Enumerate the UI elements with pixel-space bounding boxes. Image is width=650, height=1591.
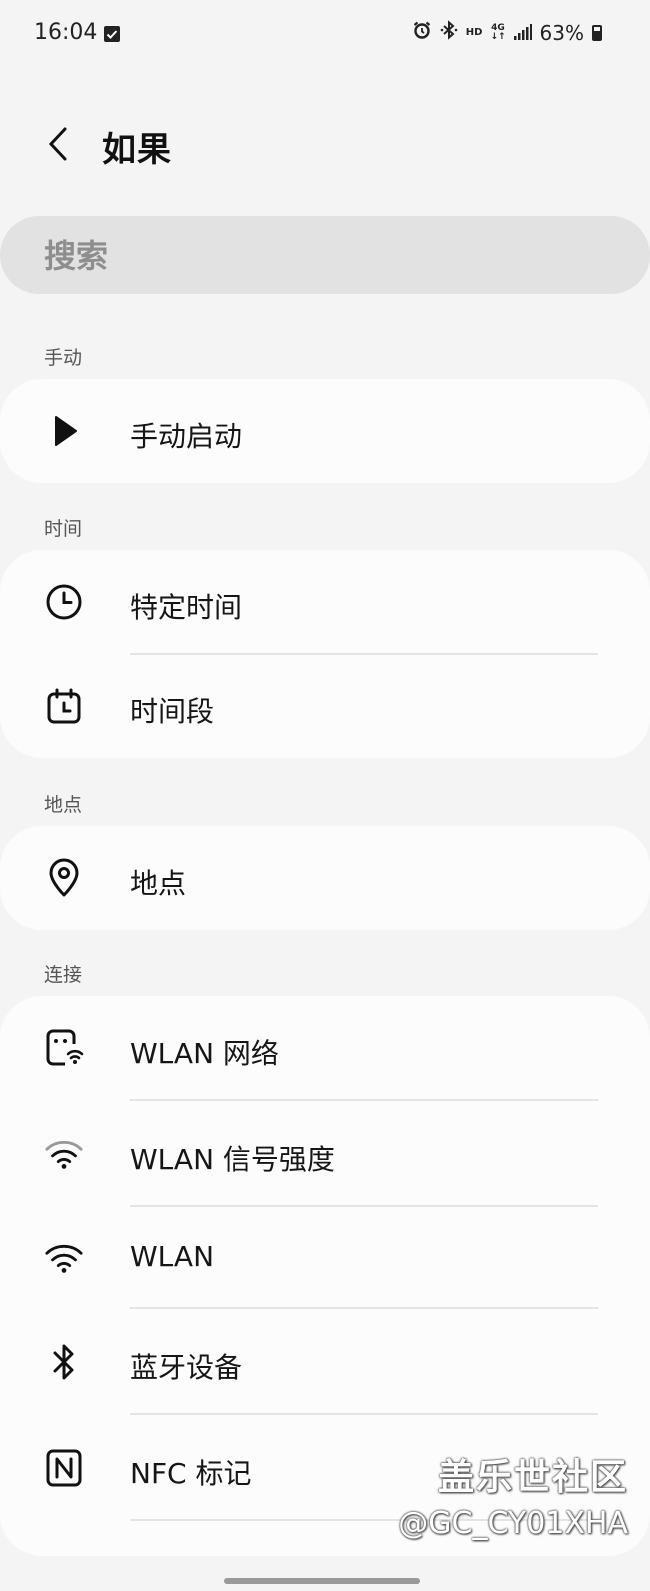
card-manual: 手动启动 xyxy=(0,379,650,483)
nfc-icon xyxy=(44,1448,84,1488)
list-item-label: 手动启动 xyxy=(130,420,243,453)
watermark-handle: @GC_CY01XHA xyxy=(398,1506,628,1541)
checkbox-notification-icon xyxy=(104,26,120,42)
status-icons: HD 4G ↓↑ 63% xyxy=(412,20,602,45)
list-item-label: NFC 标记 xyxy=(130,1457,252,1490)
divider xyxy=(130,1413,598,1415)
section-label-time: 时间 xyxy=(44,518,83,540)
watermark-title: 盖乐世社区 xyxy=(437,1457,628,1498)
card-time: 特定时间 时间段 xyxy=(0,550,650,758)
calendar-clock-icon xyxy=(44,687,84,727)
4g-icon: 4G ↓↑ xyxy=(490,22,506,42)
list-item-bluetooth-device[interactable]: 蓝牙设备 xyxy=(0,1310,650,1414)
list-item-manual-start[interactable]: 手动启动 xyxy=(0,379,650,483)
wifi-icon xyxy=(44,1238,84,1278)
list-item-label: WLAN 信号强度 xyxy=(130,1143,335,1176)
play-icon xyxy=(44,411,84,451)
divider xyxy=(130,1307,598,1309)
page-title: 如果 xyxy=(102,130,172,170)
header: 如果 xyxy=(0,100,650,190)
list-item-specific-time[interactable]: 特定时间 xyxy=(0,550,650,654)
divider xyxy=(130,1205,598,1207)
list-item-location[interactable]: 地点 xyxy=(0,826,650,930)
list-item-label: 蓝牙设备 xyxy=(130,1351,243,1384)
list-item-time-period[interactable]: 时间段 xyxy=(0,656,650,758)
list-item-wlan[interactable]: WLAN xyxy=(0,1208,650,1308)
list-item-label: WLAN xyxy=(130,1240,215,1273)
battery-icon xyxy=(592,24,602,41)
list-item-wlan-signal[interactable]: WLAN 信号强度 xyxy=(0,1102,650,1206)
bluetooth-icon xyxy=(44,1342,84,1382)
status-time: 16:04 xyxy=(34,20,98,45)
back-button[interactable] xyxy=(38,122,78,166)
card-location: 地点 xyxy=(0,826,650,930)
divider xyxy=(130,653,598,655)
battery-percent: 63% xyxy=(539,20,584,45)
search-input[interactable] xyxy=(42,230,606,282)
wifi-strength-icon xyxy=(44,1134,84,1174)
bluetooth-icon xyxy=(440,20,458,45)
section-label-manual: 手动 xyxy=(44,347,83,369)
list-item-label: 地点 xyxy=(130,867,187,900)
status-bar: 16:04 HD 4G ↓↑ 63% xyxy=(0,0,650,72)
divider xyxy=(130,1099,598,1101)
section-label-connection: 连接 xyxy=(44,964,83,986)
list-item-wlan-network[interactable]: WLAN 网络 xyxy=(0,996,650,1100)
signal-icon xyxy=(513,21,532,45)
clock-icon xyxy=(44,582,84,622)
chevron-left-icon xyxy=(48,127,67,161)
location-pin-icon xyxy=(44,858,84,898)
section-label-location: 地点 xyxy=(44,794,83,816)
hd-icon: HD xyxy=(465,27,483,38)
home-indicator[interactable] xyxy=(224,1578,420,1584)
list-item-label: WLAN 网络 xyxy=(130,1037,279,1070)
list-item-label: 时间段 xyxy=(130,695,215,728)
alarm-icon xyxy=(412,20,432,45)
wlan-network-icon xyxy=(44,1028,84,1068)
list-item-label: 特定时间 xyxy=(130,591,243,624)
network-type: 4G xyxy=(491,22,505,33)
search-bar[interactable] xyxy=(0,216,650,294)
